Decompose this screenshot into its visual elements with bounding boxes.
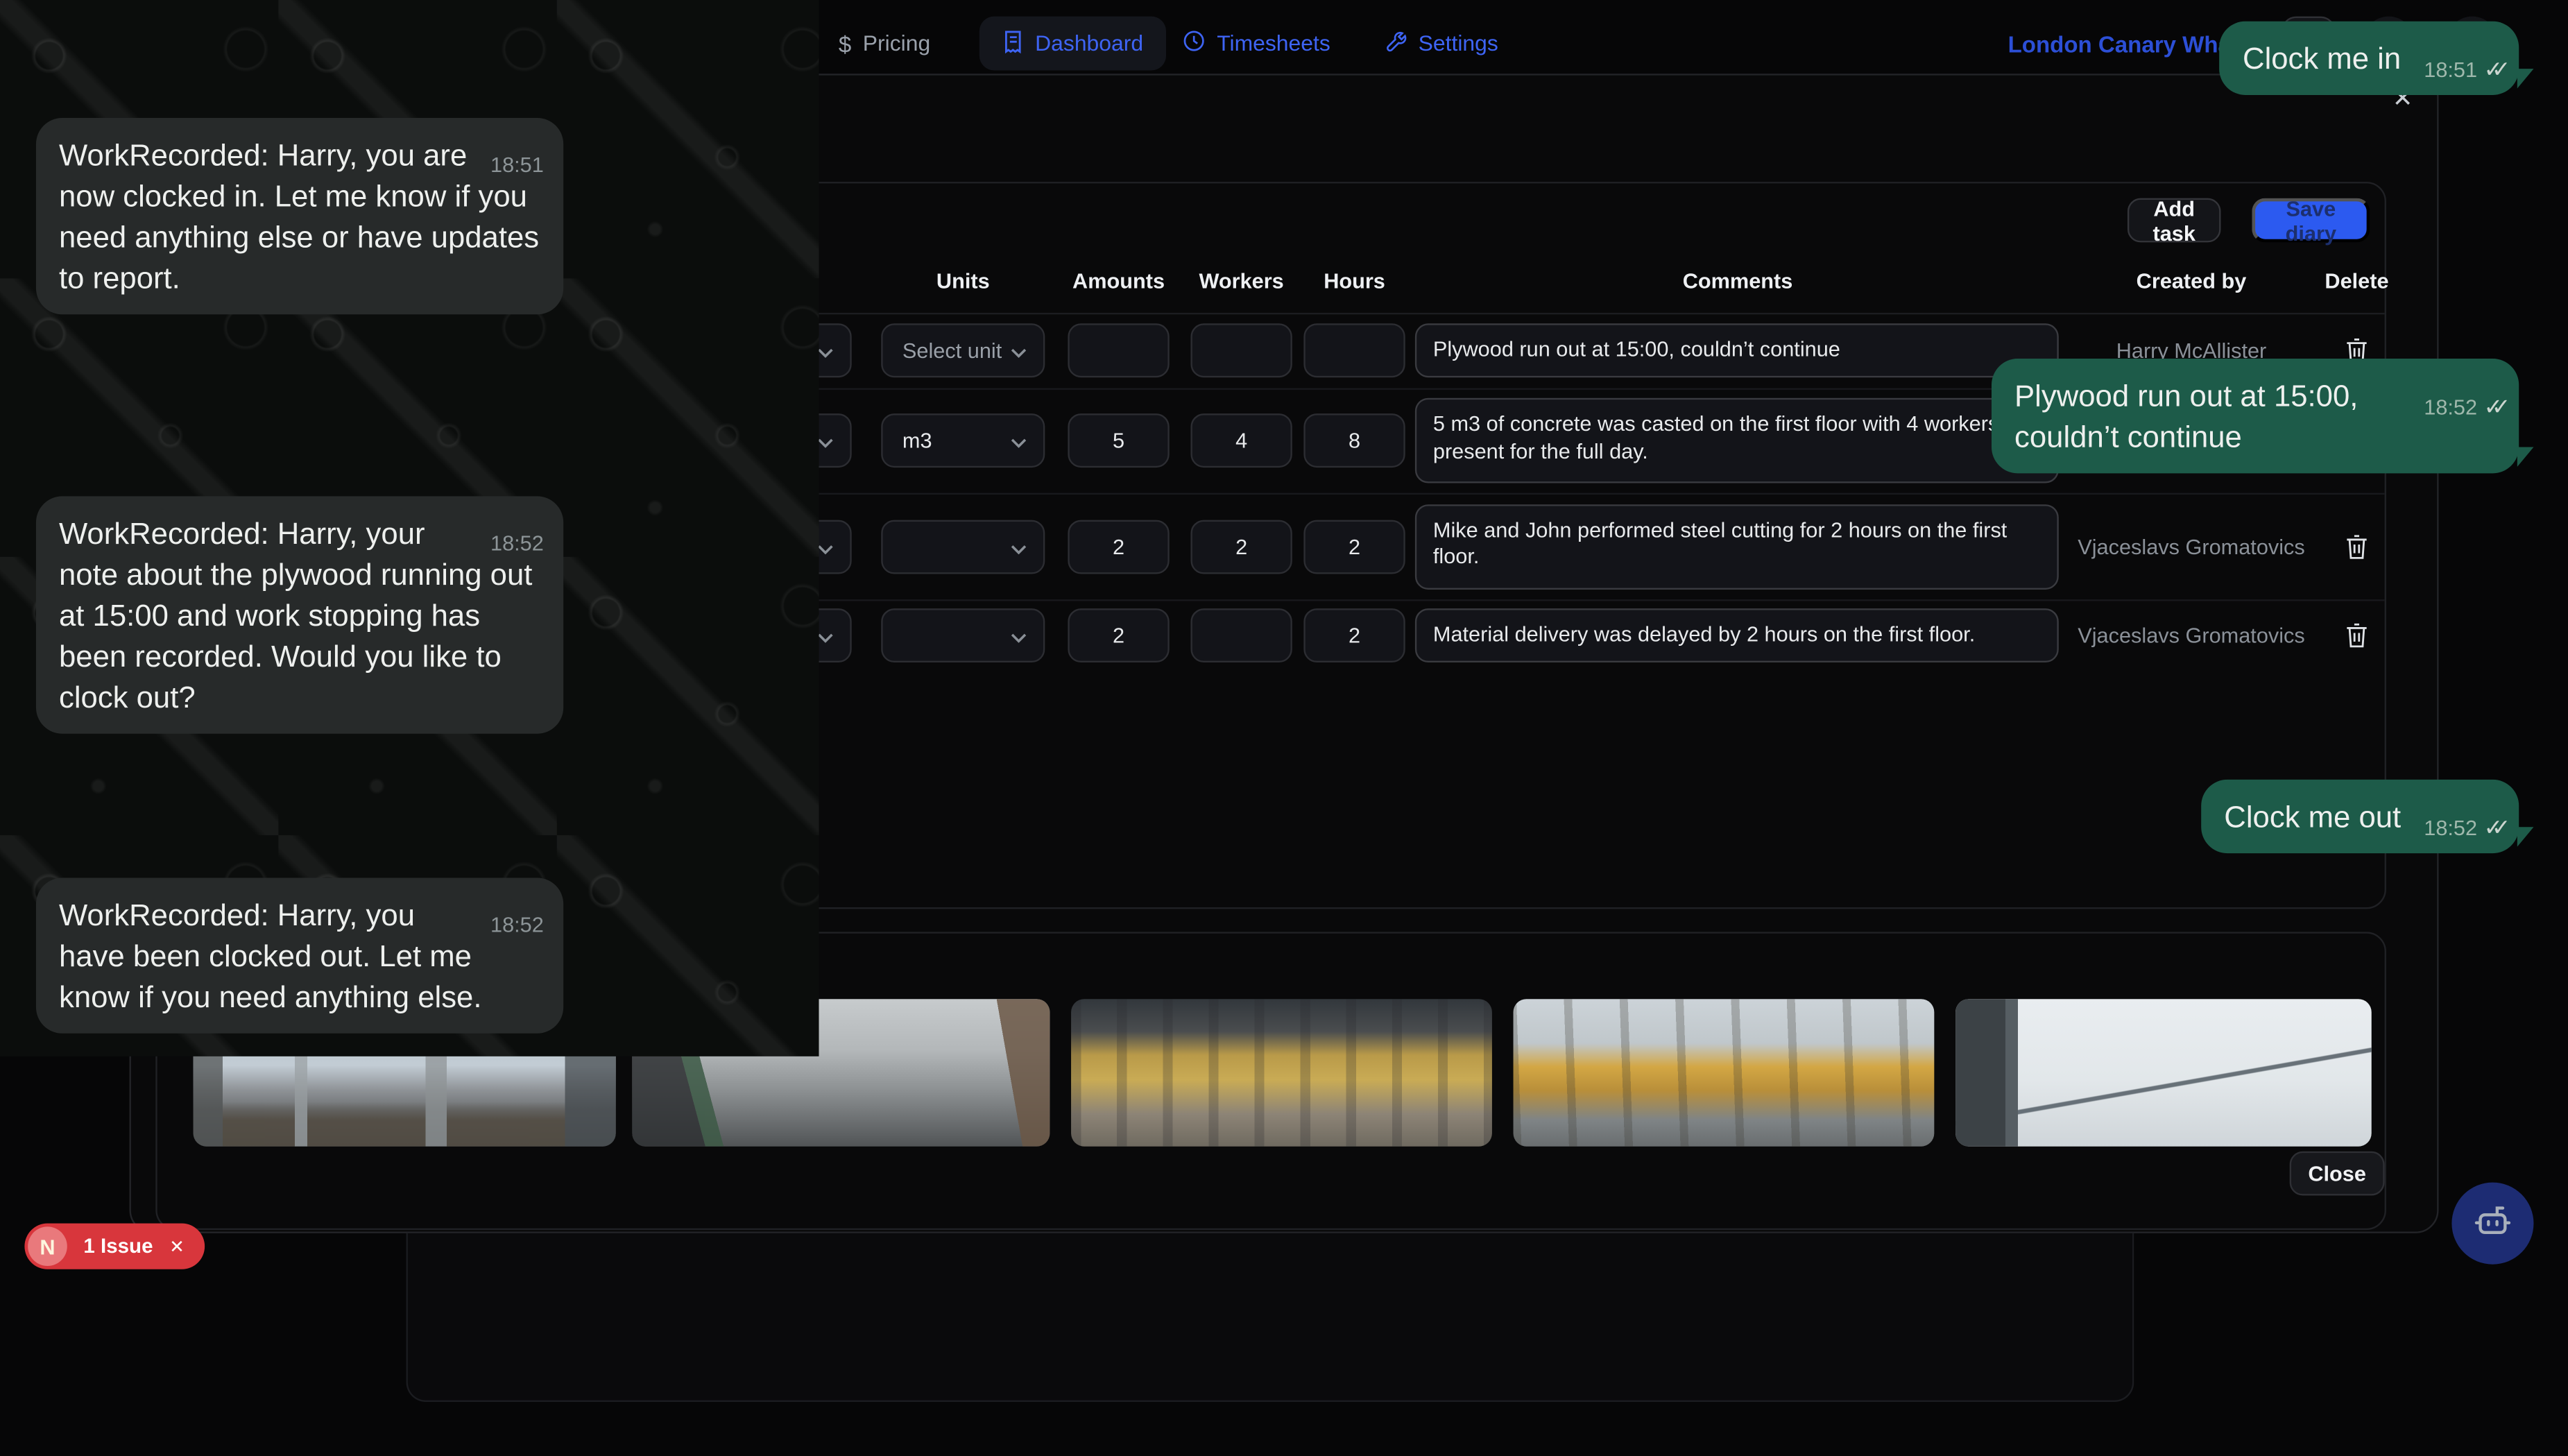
chevron-down-icon	[817, 339, 834, 363]
column-header-amounts: Amounts	[1072, 268, 1165, 293]
chevron-down-icon	[1011, 534, 1027, 558]
created-by-label: Vjaceslavs Gromatovics	[2028, 534, 2355, 558]
hours-input[interactable]: 8	[1303, 413, 1405, 468]
message-text: WorkRecorded: Harry, you are now clocked…	[59, 137, 539, 295]
column-header-delete: Delete	[2325, 268, 2388, 293]
nav-timesheets-label: Timesheets	[1217, 31, 1330, 55]
comment-input[interactable]: 5 m3 of concrete was casted on the first…	[1415, 398, 2059, 483]
issue-dismiss-icon[interactable]: ✕	[169, 1235, 185, 1257]
nav-item-pricing[interactable]: $ Pricing	[839, 17, 930, 71]
message-time: 18:52	[490, 532, 544, 555]
workers-input[interactable]	[1190, 608, 1292, 662]
message-time: 18:51✓✓	[2424, 58, 2499, 82]
created-by-label: Vjaceslavs Gromatovics	[2028, 623, 2355, 647]
chat-message-incoming: 18:52 WorkRecorded: Harry, you have been …	[36, 877, 563, 1033]
hours-input[interactable]: 2	[1303, 608, 1405, 662]
message-time: 18:52	[490, 914, 544, 936]
unit-select[interactable]	[881, 608, 1045, 662]
double-check-icon: ✓✓	[2484, 55, 2499, 82]
save-diary-button[interactable]: Save diary	[2252, 198, 2370, 243]
hours-input[interactable]	[1303, 323, 1405, 377]
column-header-workers: Workers	[1199, 268, 1283, 293]
comment-input[interactable]: Material delivery was delayed by 2 hours…	[1415, 608, 2059, 662]
message-text: WorkRecorded: Harry, you have been clock…	[59, 898, 482, 1014]
chevron-down-icon	[1011, 339, 1027, 363]
cranes-scaffolding-photo[interactable]	[1514, 999, 1935, 1146]
add-task-button[interactable]: Add task	[2128, 198, 2221, 243]
column-header-hours: Hours	[1324, 268, 1385, 293]
column-header-created-by: Created by	[2137, 268, 2247, 293]
chat-message-outgoing: 18:51✓✓ Clock me in	[2220, 22, 2519, 95]
site-selector[interactable]: London Canary Wharf	[2008, 17, 2248, 71]
unit-select[interactable]: Select unit	[881, 323, 1045, 377]
workers-input[interactable]: 2	[1190, 519, 1292, 573]
trash-icon[interactable]	[2342, 530, 2371, 563]
amount-input[interactable]	[1068, 323, 1169, 377]
column-header-comments: Comments	[1683, 268, 1793, 293]
comment-input[interactable]: Plywood run out at 15:00, couldn’t conti…	[1415, 323, 2059, 377]
amount-input[interactable]: 5	[1068, 413, 1169, 468]
workers-input[interactable]: 4	[1190, 413, 1292, 468]
app-screen: $ Pricing Dashboard Timesheets Settings …	[0, 0, 2568, 1456]
trash-icon[interactable]	[2342, 619, 2371, 651]
amount-input[interactable]: 2	[1068, 608, 1169, 662]
double-check-icon: ✓✓	[2484, 814, 2499, 840]
double-check-icon: ✓✓	[2484, 393, 2499, 420]
message-text: Clock me out	[2224, 799, 2401, 834]
nav-settings-label: Settings	[1419, 31, 1498, 55]
amount-input[interactable]: 2	[1068, 519, 1169, 573]
chevron-down-icon	[1011, 428, 1027, 452]
workers-input[interactable]	[1190, 323, 1292, 377]
message-text: Plywood run out at 15:00, couldn’t conti…	[2014, 378, 2358, 454]
formwork-yellow-photo[interactable]	[1071, 999, 1492, 1146]
chevron-down-icon	[817, 623, 834, 647]
issue-count-label: 1 Issue	[83, 1235, 153, 1258]
unit-select[interactable]: m3	[881, 413, 1045, 468]
nav-item-settings[interactable]: Settings	[1384, 17, 1498, 71]
message-time: 18:52✓✓	[2424, 816, 2499, 840]
message-text: WorkRecorded: Harry, your note about the…	[59, 516, 532, 714]
assistant-fab-button[interactable]	[2451, 1183, 2533, 1265]
robot-icon	[2472, 1198, 2514, 1249]
message-time: 18:51	[490, 154, 544, 177]
chevron-down-icon	[817, 428, 834, 452]
hours-input[interactable]: 2	[1303, 519, 1405, 573]
column-header-units: Units	[936, 268, 990, 293]
nav-dashboard-label: Dashboard	[1035, 31, 1143, 55]
chat-message-incoming: 18:51WorkRecorded: Harry, you are now cl…	[36, 118, 563, 314]
receipt-icon	[1002, 28, 1024, 58]
building-crane-sky-photo[interactable]	[1955, 999, 2372, 1146]
message-text: Clock me in	[2243, 41, 2401, 76]
comment-input[interactable]: Mike and John performed steel cutting fo…	[1415, 504, 2059, 589]
issue-badge[interactable]: N 1 Issue ✕	[24, 1224, 204, 1269]
background-panel	[406, 1233, 2134, 1402]
chevron-down-icon	[1011, 623, 1027, 647]
chevron-down-icon	[817, 534, 834, 558]
unit-select[interactable]	[881, 519, 1045, 573]
nav-item-timesheets[interactable]: Timesheets	[1183, 17, 1330, 71]
issue-avatar: N	[28, 1226, 67, 1266]
message-time: 18:52✓✓	[2424, 395, 2499, 419]
wrench-icon	[1384, 29, 1407, 57]
nav-item-dashboard[interactable]: Dashboard	[979, 17, 1166, 71]
chat-message-incoming: 18:52WorkRecorded: Harry, your note abou…	[36, 496, 563, 733]
close-dialog-button[interactable]: Close	[2290, 1151, 2385, 1196]
chat-message-outgoing: 18:52✓✓ Plywood run out at 15:00, couldn’…	[1992, 359, 2519, 473]
chat-message-outgoing: 18:52✓✓ Clock me out	[2201, 780, 2519, 853]
dollar-icon: $	[839, 31, 851, 57]
site-name-label: London Canary Wharf	[2008, 31, 2248, 57]
nav-pricing-label: Pricing	[863, 31, 930, 55]
clock-icon	[1183, 29, 1206, 57]
